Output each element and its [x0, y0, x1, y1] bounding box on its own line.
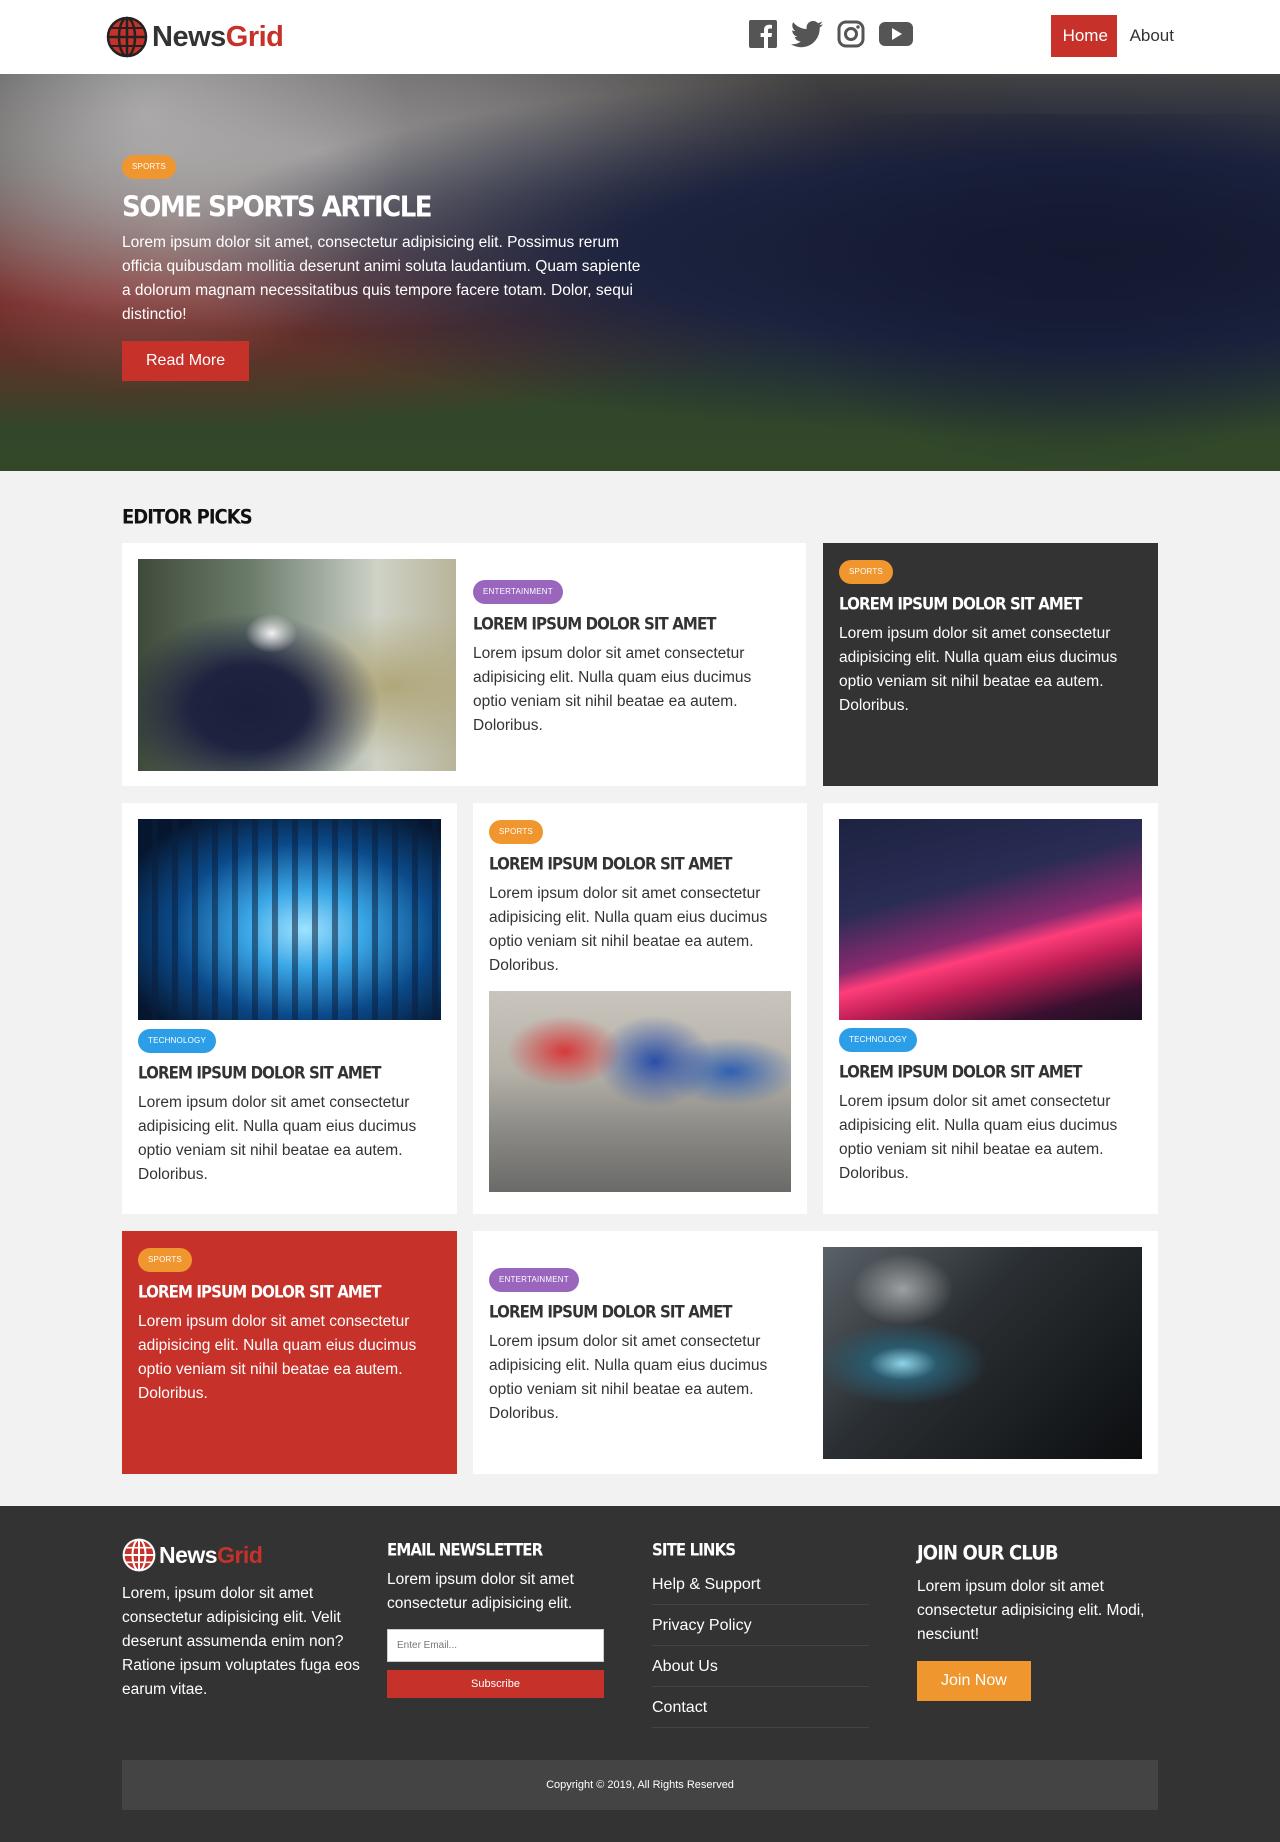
logo-text: NewsGrid — [152, 20, 284, 54]
nav-about-link[interactable]: About — [1130, 26, 1174, 46]
copyright-bar: Copyright © 2019, All Rights Reserved — [122, 1760, 1158, 1810]
article-title[interactable]: Lorem ipsum dolor sit amet — [138, 1063, 438, 1083]
article-text: Lorem ipsum dolor sit amet consectetur a… — [839, 1093, 1118, 1182]
footer-site-links: Site Links Help & Support Privacy Policy… — [652, 1540, 872, 1728]
club-heading: Join Our Club — [917, 1542, 1059, 1566]
article-card[interactable]: Technology Lorem ipsum dolor sit amet Lo… — [122, 803, 457, 1214]
email-input[interactable] — [387, 1629, 604, 1662]
article-text: Lorem ipsum dolor sit amet consectetur a… — [839, 625, 1118, 714]
article-card[interactable]: Sports Lorem ipsum dolor sit amet Lorem … — [473, 803, 807, 1214]
footer-logo-text: NewsGrid — [159, 1541, 263, 1569]
article-title[interactable]: Lorem ipsum dolor sit amet — [839, 1062, 1139, 1082]
newsletter-heading: Email Newsletter — [387, 1540, 543, 1560]
article-image-laptop — [839, 819, 1142, 1020]
subscribe-button[interactable]: Subscribe — [387, 1670, 604, 1698]
category-badge[interactable]: Entertainment — [473, 580, 563, 604]
article-card[interactable]: Entertainment Lorem ipsum dolor sit amet… — [473, 1231, 1158, 1474]
article-card[interactable]: Technology Lorem ipsum dolor sit amet Lo… — [823, 803, 1158, 1214]
nav-links: Home About — [1050, 15, 1174, 57]
logo-word-grid: Grid — [217, 1541, 263, 1568]
facebook-icon[interactable] — [749, 20, 777, 48]
article-title[interactable]: Lorem ipsum dolor sit amet — [839, 594, 1139, 614]
site-link-contact[interactable]: Contact — [652, 1687, 869, 1728]
article-text: Lorem ipsum dolor sit amet consectetur a… — [138, 1313, 417, 1402]
category-badge[interactable]: Technology — [839, 1028, 918, 1052]
globe-logo-icon — [122, 1538, 156, 1572]
hero-title: Some Sports Article — [122, 191, 433, 224]
article-image-vr — [138, 559, 456, 771]
article-body: Sports Lorem ipsum dolor sit amet Lorem … — [839, 560, 1139, 718]
article-title[interactable]: Lorem ipsum dolor sit amet — [138, 1282, 438, 1302]
editor-picks-heading: Editor Picks — [122, 506, 253, 530]
youtube-icon[interactable] — [879, 22, 913, 46]
globe-logo-icon — [106, 16, 148, 58]
category-badge[interactable]: Sports — [489, 820, 543, 844]
twitter-icon[interactable] — [791, 20, 823, 48]
footer-club: Join Our Club Lorem ipsum dolor sit amet… — [917, 1542, 1162, 1701]
newsletter-text: Lorem ipsum dolor sit amet consectetur a… — [387, 1571, 574, 1612]
article-card[interactable]: Sports Lorem ipsum dolor sit amet Lorem … — [122, 1231, 457, 1474]
site-links-heading: Site Links — [652, 1540, 736, 1560]
footer-about: NewsGrid Lorem, ipsum dolor sit amet con… — [122, 1538, 367, 1702]
article-text: Lorem ipsum dolor sit amet consectetur a… — [489, 1333, 768, 1422]
logo-word-news: News — [152, 20, 226, 53]
article-body: Entertainment Lorem ipsum dolor sit amet… — [489, 1268, 794, 1426]
article-image-camera — [823, 1247, 1142, 1459]
logo[interactable]: NewsGrid — [106, 16, 284, 58]
hero-image-shadow — [760, 114, 1280, 471]
logo-word-grid: Grid — [225, 20, 284, 53]
footer-newsletter: Email Newsletter Lorem ipsum dolor sit a… — [387, 1540, 607, 1698]
site-link-help[interactable]: Help & Support — [652, 1564, 869, 1605]
article-body: Sports Lorem ipsum dolor sit amet Lorem … — [138, 1248, 438, 1406]
copyright-text: Copyright © 2019, All Rights Reserved — [546, 1779, 734, 1791]
hero-banner: Sports Some Sports Article Lorem ipsum d… — [0, 74, 1280, 471]
article-card[interactable]: Entertainment Lorem ipsum dolor sit amet… — [122, 543, 806, 786]
category-badge[interactable]: Sports — [122, 155, 176, 179]
site-link-privacy[interactable]: Privacy Policy — [652, 1605, 869, 1646]
club-text: Lorem ipsum dolor sit amet consectetur a… — [917, 1578, 1145, 1643]
category-badge[interactable]: Entertainment — [489, 1268, 579, 1292]
category-badge[interactable]: Technology — [138, 1029, 217, 1053]
article-title[interactable]: Lorem ipsum dolor sit amet — [489, 1302, 794, 1322]
category-badge[interactable]: Sports — [138, 1248, 192, 1272]
article-body: Sports Lorem ipsum dolor sit amet Lorem … — [489, 820, 789, 978]
article-body: Entertainment Lorem ipsum dolor sit amet… — [473, 580, 778, 738]
article-body: Technology Lorem ipsum dolor sit amet Lo… — [138, 1029, 438, 1187]
nav-home-link[interactable]: Home — [1050, 15, 1117, 57]
footer-logo[interactable]: NewsGrid — [122, 1538, 367, 1572]
category-badge[interactable]: Sports — [839, 560, 893, 584]
social-icons — [749, 20, 913, 48]
article-text: Lorem ipsum dolor sit amet consectetur a… — [138, 1094, 417, 1183]
instagram-icon[interactable] — [837, 20, 865, 48]
article-text: Lorem ipsum dolor sit amet consectetur a… — [473, 645, 752, 734]
article-title[interactable]: Lorem ipsum dolor sit amet — [489, 854, 789, 874]
logo-word-news: News — [159, 1541, 218, 1568]
article-title[interactable]: Lorem ipsum dolor sit amet — [473, 614, 778, 634]
hero-content: Sports Some Sports Article Lorem ipsum d… — [122, 155, 642, 381]
hero-text: Lorem ipsum dolor sit amet, consectetur … — [122, 234, 641, 323]
article-body: Technology Lorem ipsum dolor sit amet Lo… — [839, 1028, 1139, 1186]
footer: NewsGrid Lorem, ipsum dolor sit amet con… — [0, 1506, 1280, 1842]
join-now-button[interactable]: Join Now — [917, 1661, 1031, 1701]
article-image-cycling — [489, 991, 791, 1192]
site-links-list: Help & Support Privacy Policy About Us C… — [652, 1564, 872, 1728]
read-more-button[interactable]: Read More — [122, 341, 250, 381]
footer-about-text: Lorem, ipsum dolor sit amet consectetur … — [122, 1585, 360, 1698]
article-text: Lorem ipsum dolor sit amet consectetur a… — [489, 885, 768, 974]
article-image-server — [138, 819, 441, 1020]
site-link-about[interactable]: About Us — [652, 1646, 869, 1687]
article-card[interactable]: Sports Lorem ipsum dolor sit amet Lorem … — [823, 543, 1158, 786]
navbar: NewsGrid Home About — [0, 0, 1280, 74]
